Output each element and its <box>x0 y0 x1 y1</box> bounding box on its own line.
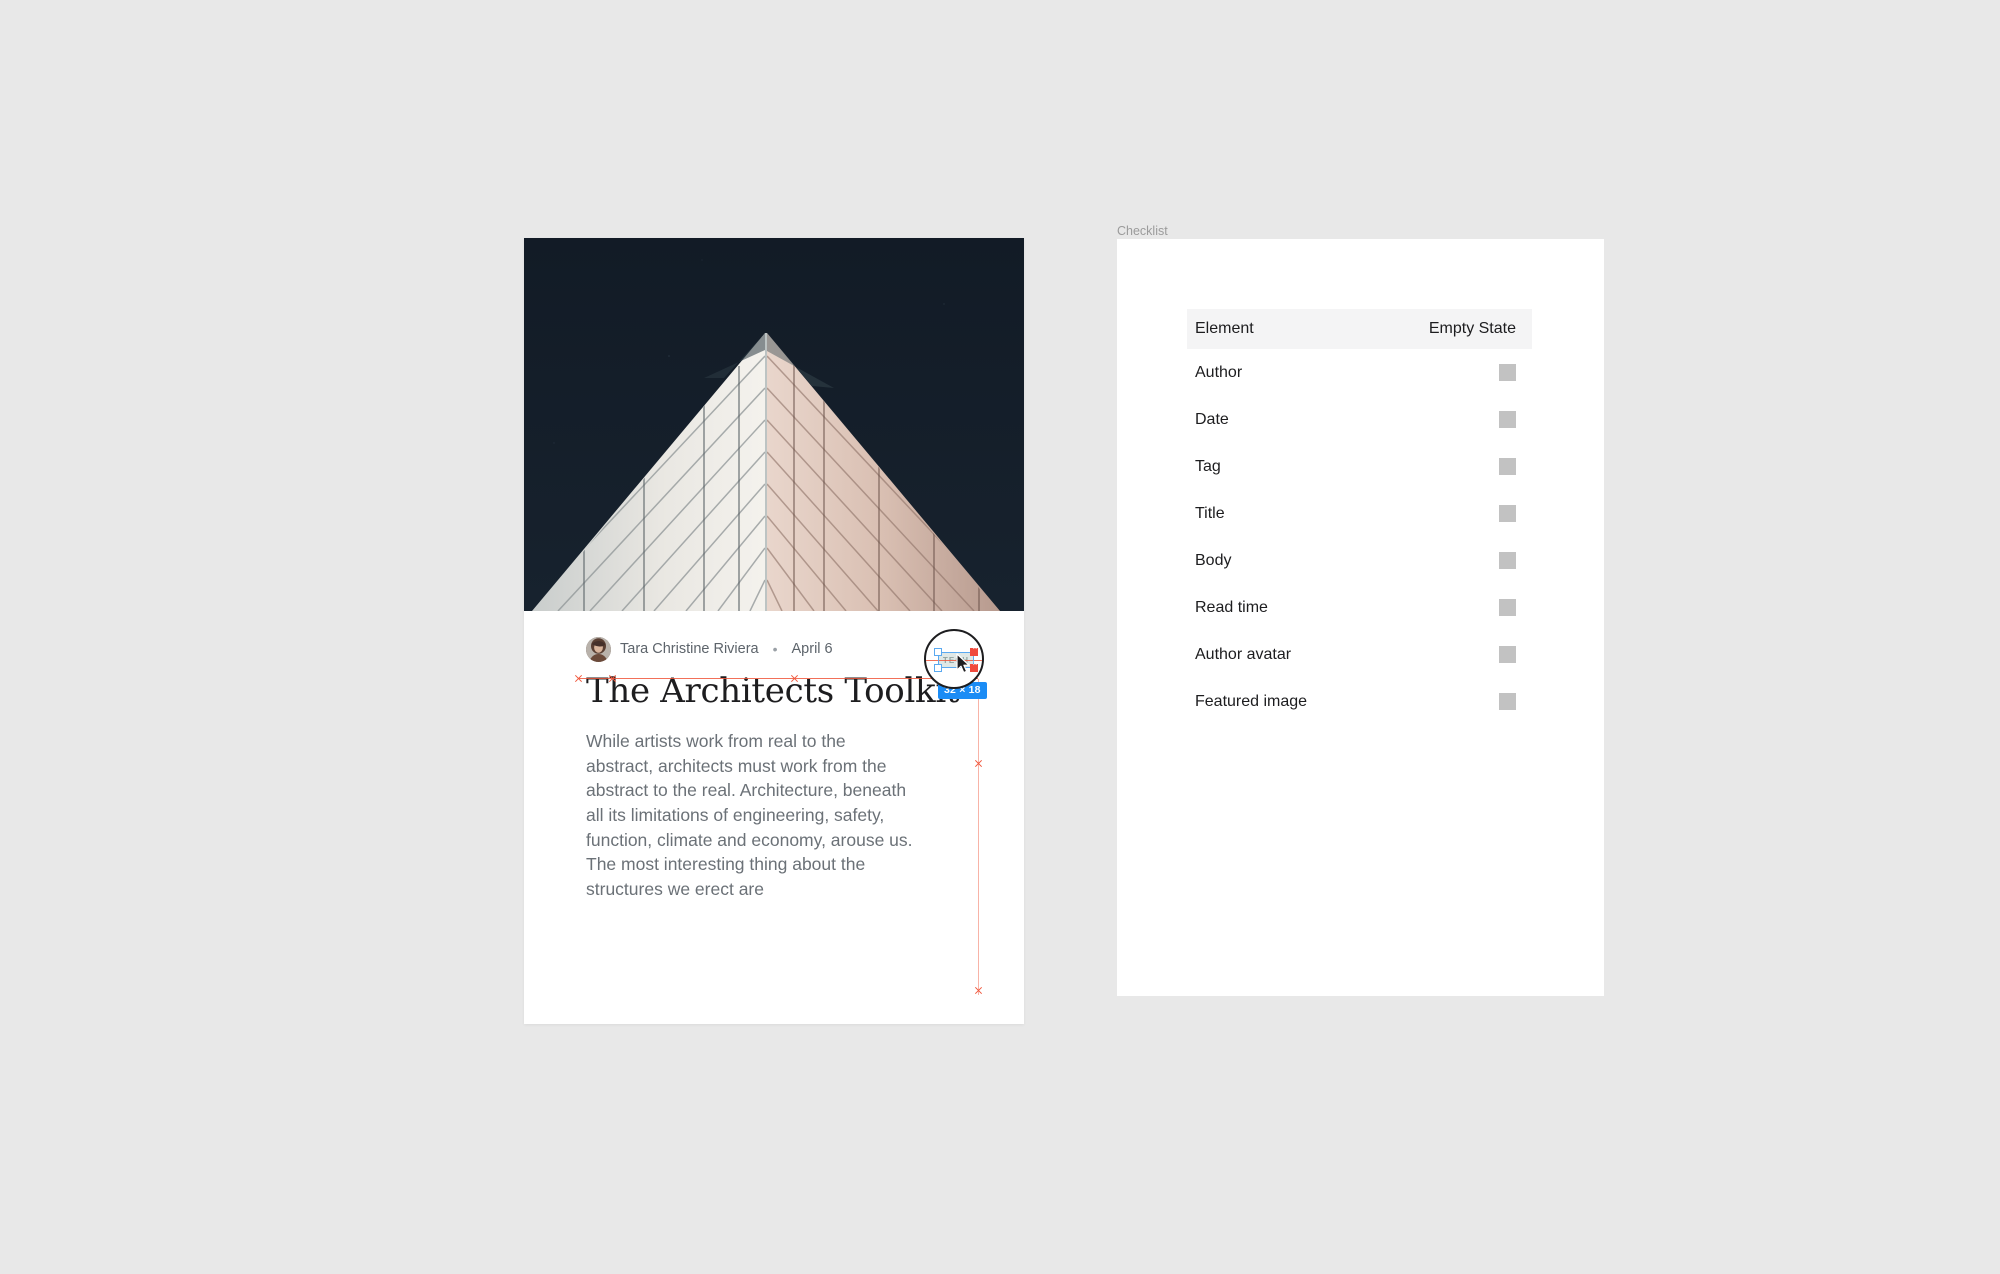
empty-state-swatch[interactable] <box>1499 693 1516 710</box>
building-corner-photo <box>524 238 1024 611</box>
row-label-author-avatar: Author avatar <box>1195 645 1292 663</box>
magnifier-loupe: TECH <box>924 629 984 689</box>
column-header-element: Element <box>1195 320 1254 337</box>
row-label-read-time: Read time <box>1195 598 1268 616</box>
checklist-table-header: Element Empty State <box>1187 309 1532 349</box>
empty-state-swatch[interactable] <box>1499 599 1516 616</box>
table-row[interactable]: Read time <box>1187 584 1532 631</box>
loupe-contents: TECH <box>926 631 982 687</box>
row-label-body: Body <box>1195 551 1232 569</box>
empty-state-swatch[interactable] <box>1499 646 1516 663</box>
byline-row[interactable]: Tara Christine Riviera • April 6 <box>586 636 833 662</box>
table-row[interactable]: Tag <box>1187 443 1532 490</box>
byline-separator: • <box>772 641 778 657</box>
row-label-featured-image: Featured image <box>1195 692 1308 710</box>
empty-state-swatch[interactable] <box>1499 458 1516 475</box>
author-avatar[interactable] <box>586 636 611 662</box>
row-label-tag: Tag <box>1195 457 1221 475</box>
author-avatar-photo <box>586 636 611 662</box>
checklist-panel[interactable]: Element Empty State Author Date Tag Titl… <box>1117 239 1604 996</box>
column-header-empty-state: Empty State <box>1428 320 1516 337</box>
table-row[interactable]: Body <box>1187 537 1532 584</box>
empty-state-swatch[interactable] <box>1499 505 1516 522</box>
row-label-author: Author <box>1195 363 1243 381</box>
arrow-cursor <box>956 653 970 674</box>
resize-handle-top-left[interactable] <box>934 648 942 656</box>
author-name: Tara Christine Riviera <box>620 641 759 657</box>
row-label-title: Title <box>1195 504 1225 522</box>
table-row[interactable]: Title <box>1187 490 1532 537</box>
checklist-table: Element Empty State Author Date Tag Titl… <box>1187 309 1532 725</box>
table-row[interactable]: Author avatar <box>1187 631 1532 678</box>
table-row[interactable]: Date <box>1187 396 1532 443</box>
empty-state-swatch[interactable] <box>1499 552 1516 569</box>
table-row[interactable]: Author <box>1187 349 1532 396</box>
empty-state-swatch[interactable] <box>1499 411 1516 428</box>
article-title: The Architects Toolkit <box>586 671 960 711</box>
publish-date: April 6 <box>791 641 833 657</box>
frame-label-checklist[interactable]: Checklist <box>1117 224 1168 238</box>
empty-state-swatch[interactable] <box>1499 364 1516 381</box>
article-body-text: While artists work from real to the abst… <box>586 731 913 900</box>
featured-image[interactable] <box>524 238 1024 611</box>
design-canvas[interactable]: Tara Christine Riviera • April 6 The Arc… <box>0 0 2000 1274</box>
resize-handle-bottom-left[interactable] <box>934 664 942 672</box>
table-row[interactable]: Featured image <box>1187 678 1532 725</box>
row-label-date: Date <box>1195 410 1229 428</box>
